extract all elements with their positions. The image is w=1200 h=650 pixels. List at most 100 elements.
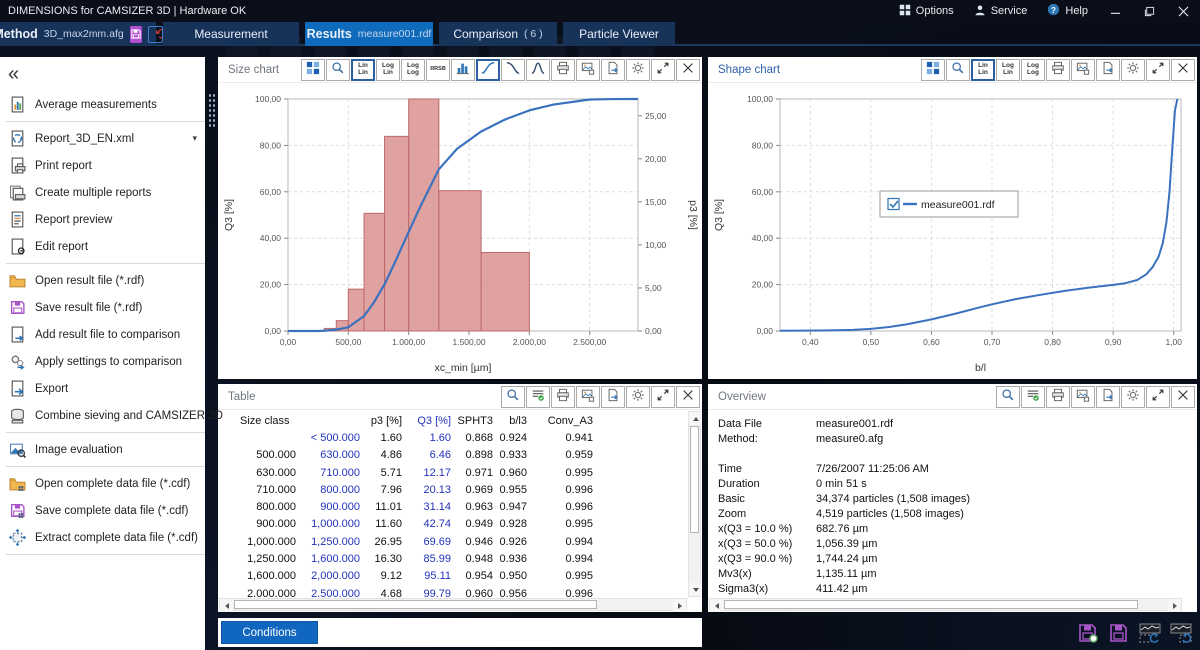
- scale-log-lin-button[interactable]: LogLin: [376, 59, 400, 81]
- tab-method[interactable]: Method 3D_max2mm.afg: [0, 22, 156, 46]
- tab-results[interactable]: Results measure001.rdf: [305, 22, 433, 46]
- table-row[interactable]: 1,000.0001,250.00026.9569.690.9460.9260.…: [220, 533, 687, 550]
- tab-comparison[interactable]: Comparison ( 6 ): [439, 22, 557, 46]
- sidebar-item-open-complete-data-file-cdf[interactable]: Open complete data file (*.cdf): [0, 470, 205, 497]
- horizontal-scrollbar[interactable]: [219, 598, 687, 611]
- curve-density-button[interactable]: [526, 59, 550, 81]
- curve-retained-button[interactable]: [501, 59, 525, 81]
- options-menu[interactable]: Options: [889, 0, 964, 22]
- col-spht3[interactable]: SPHT3: [453, 415, 495, 427]
- col-p3[interactable]: p3 [%]: [362, 415, 404, 427]
- file-export-button[interactable]: [601, 59, 625, 81]
- scrollbar-thumb[interactable]: [234, 600, 597, 609]
- table-row[interactable]: 1,250.0001,600.00016.3085.990.9480.9360.…: [220, 550, 687, 567]
- settings-button[interactable]: [1121, 386, 1145, 408]
- scale-rrsb-button[interactable]: RRSB: [426, 59, 450, 81]
- row-visibility-button[interactable]: [526, 386, 550, 408]
- scale-lin-lin-button[interactable]: LinLin: [351, 59, 375, 81]
- table-row[interactable]: 500.000630.0004.866.460.8980.9330.959: [220, 447, 687, 464]
- expand-button[interactable]: [1146, 386, 1170, 408]
- print-button[interactable]: [1046, 59, 1070, 81]
- sidebar-item-report-3d-en-xml[interactable]: Report_3D_EN.xml▾: [0, 125, 205, 152]
- col-conv-a3[interactable]: Conv_A3: [529, 415, 595, 427]
- expand-button[interactable]: [1146, 59, 1170, 81]
- sidebar-item-print-report[interactable]: Print report: [0, 152, 205, 179]
- sidebar-item-extract-complete-data-file-cdf[interactable]: Extract complete data file (*.cdf): [0, 524, 205, 551]
- method-undo-button[interactable]: [148, 26, 163, 43]
- maximize-button[interactable]: [1132, 0, 1166, 22]
- table-row[interactable]: 900.0001,000.00011.6042.740.9490.9280.99…: [220, 516, 687, 533]
- settings-button[interactable]: [626, 59, 650, 81]
- scale-log-log-button[interactable]: LogLog: [1021, 59, 1045, 81]
- service-menu[interactable]: Service: [964, 0, 1038, 22]
- scale-log-log-button[interactable]: LogLog: [401, 59, 425, 81]
- scrollbar-thumb[interactable]: [690, 426, 699, 533]
- close-button[interactable]: [676, 386, 700, 408]
- file-export-button[interactable]: [1096, 59, 1120, 81]
- legend-checkbox[interactable]: [888, 199, 899, 210]
- scale-lin-lin-button[interactable]: LinLin: [971, 59, 995, 81]
- save-result-button[interactable]: [1106, 620, 1132, 645]
- col-q3[interactable]: Q3 [%]: [404, 415, 453, 427]
- sidebar-item-report-preview[interactable]: Report preview: [0, 206, 205, 233]
- horizontal-scrollbar[interactable]: [709, 598, 1182, 611]
- table-row[interactable]: 1,600.0002,000.0009.1295.110.9540.9500.9…: [220, 568, 687, 585]
- vertical-scrollbar[interactable]: [688, 411, 701, 597]
- zoom-button[interactable]: [946, 59, 970, 81]
- scale-log-lin-button[interactable]: LogLin: [996, 59, 1020, 81]
- tiles-button[interactable]: [921, 59, 945, 81]
- method-save-button[interactable]: [130, 26, 142, 43]
- sidebar-item-combine-sieving-and-camsizer-3d[interactable]: Combine sieving and CAMSIZER 3D: [0, 402, 205, 429]
- print-button[interactable]: [1046, 386, 1070, 408]
- file-export-button[interactable]: [601, 386, 625, 408]
- row-visibility-button[interactable]: [1021, 386, 1045, 408]
- tab-particle-viewer[interactable]: Particle Viewer: [563, 22, 675, 46]
- table-row[interactable]: 710.000800.0007.9620.130.9690.9550.996: [220, 481, 687, 498]
- scrollbar-thumb[interactable]: [724, 600, 1138, 609]
- settings-button[interactable]: [626, 386, 650, 408]
- tiles-button[interactable]: [301, 59, 325, 81]
- conditions-button[interactable]: Conditions: [221, 621, 318, 644]
- image-restore-undo-button[interactable]: [1137, 620, 1163, 645]
- image-restore-redo-button[interactable]: [1168, 620, 1194, 645]
- scroll-up-button[interactable]: [689, 412, 702, 425]
- scroll-down-button[interactable]: [689, 583, 702, 596]
- save-result-check-button[interactable]: [1075, 620, 1101, 645]
- print-button[interactable]: [551, 59, 575, 81]
- image-export-button[interactable]: [576, 59, 600, 81]
- scroll-left-button[interactable]: [220, 599, 233, 612]
- sidebar-item-image-evaluation[interactable]: Image evaluation: [0, 436, 205, 463]
- sidebar-splitter[interactable]: [205, 57, 218, 650]
- close-button[interactable]: [1171, 59, 1195, 81]
- scroll-right-button[interactable]: [673, 599, 686, 612]
- table-row[interactable]: < 500.0001.601.600.8680.9240.941: [220, 429, 687, 446]
- zoom-button[interactable]: [326, 59, 350, 81]
- image-export-button[interactable]: [1071, 59, 1095, 81]
- close-window-button[interactable]: [1166, 0, 1200, 22]
- sidebar-item-export[interactable]: Export: [0, 375, 205, 402]
- image-export-button[interactable]: [576, 386, 600, 408]
- sidebar-item-average-measurements[interactable]: Average measurements: [0, 91, 205, 118]
- table-row[interactable]: 2,000.0002,500.0004.6899.790.9600.9560.9…: [220, 585, 687, 597]
- zoom-button[interactable]: [501, 386, 525, 408]
- help-menu[interactable]: ? Help: [1037, 0, 1098, 22]
- expand-button[interactable]: [651, 59, 675, 81]
- sidebar-item-create-multiple-reports[interactable]: Create multiple reports: [0, 179, 205, 206]
- scroll-left-button[interactable]: [710, 599, 723, 612]
- image-export-button[interactable]: [1071, 386, 1095, 408]
- sidebar-item-edit-report[interactable]: Edit report: [0, 233, 205, 260]
- curve-cumulative-button[interactable]: [476, 59, 500, 81]
- chevron-down-icon[interactable]: ▾: [192, 133, 197, 144]
- minimize-button[interactable]: [1098, 0, 1132, 22]
- sidebar-collapse-button[interactable]: «: [8, 63, 34, 85]
- settings-button[interactable]: [1121, 59, 1145, 81]
- sidebar-item-save-result-file-rdf[interactable]: Save result file (*.rdf): [0, 294, 205, 321]
- sidebar-item-add-result-file-to-comparison[interactable]: Add result file to comparison: [0, 321, 205, 348]
- close-button[interactable]: [1171, 386, 1195, 408]
- print-button[interactable]: [551, 386, 575, 408]
- histogram-button[interactable]: [451, 59, 475, 81]
- file-export-button[interactable]: [1096, 386, 1120, 408]
- sidebar-item-save-complete-data-file-cdf[interactable]: Save complete data file (*.cdf): [0, 497, 205, 524]
- tab-measurement[interactable]: Measurement: [163, 22, 299, 46]
- col-bl3[interactable]: b/l3: [495, 415, 529, 427]
